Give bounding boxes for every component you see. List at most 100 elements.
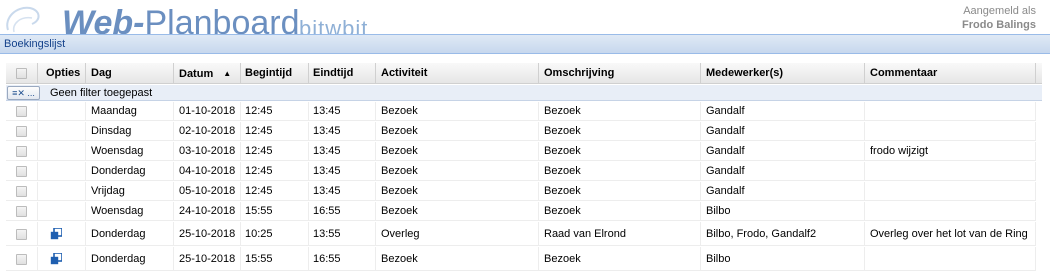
filter-status: Geen filter toegepast [50, 87, 153, 99]
row-select[interactable] [6, 182, 38, 200]
cell-datum: 01-10-2018 [174, 102, 241, 120]
row-checkbox[interactable] [16, 186, 27, 197]
select-all-checkbox[interactable] [16, 68, 27, 79]
column-datum[interactable]: Datum ▲ [174, 63, 241, 84]
row-select[interactable] [6, 202, 38, 220]
cell-activiteit: Bezoek [376, 247, 539, 270]
cell-eindtijd: 13:45 [309, 142, 376, 160]
cell-commentaar [865, 202, 1036, 220]
row-opties [38, 122, 86, 140]
table-row[interactable]: Donderdag 25-10-2018 10:25 13:55 Overleg Raad… [6, 222, 1036, 246]
cell-activiteit: Bezoek [376, 162, 539, 180]
cell-omschrijving: Raad van Elrond [539, 222, 701, 245]
cell-dag: Donderdag [86, 222, 174, 245]
cell-omschrijving: Bezoek [539, 247, 701, 270]
table-row[interactable]: Donderdag 25-10-2018 15:55 16:55 Bezoek Bezoe… [6, 247, 1036, 271]
column-activiteit[interactable]: Activiteit [376, 63, 539, 84]
cell-eindtijd: 13:45 [309, 102, 376, 120]
cell-medewerkers: Bilbo, Frodo, Gandalf2 [701, 222, 865, 245]
row-checkbox[interactable] [16, 254, 27, 265]
select-all-column[interactable] [6, 63, 38, 84]
cell-eindtijd: 16:55 [309, 202, 376, 220]
cell-dag: Donderdag [86, 247, 174, 270]
cell-activiteit: Bezoek [376, 142, 539, 160]
cell-medewerkers: Gandalf [701, 182, 865, 200]
cell-medewerkers: Bilbo [701, 247, 865, 270]
cell-commentaar: frodo wijzigt [865, 142, 1036, 160]
cell-dag: Maandag [86, 102, 174, 120]
copy-icon[interactable] [50, 253, 62, 265]
row-opties [38, 102, 86, 120]
cell-omschrijving: Bezoek [539, 202, 701, 220]
cell-dag: Donderdag [86, 162, 174, 180]
row-opties [38, 247, 86, 270]
cell-eindtijd: 13:45 [309, 182, 376, 200]
table-row[interactable]: Vrijdag 05-10-2018 12:45 13:45 Bezoek Bezoek G… [6, 182, 1036, 201]
cell-omschrijving: Bezoek [539, 142, 701, 160]
row-checkbox[interactable] [16, 166, 27, 177]
row-opties [38, 202, 86, 220]
table-row[interactable]: Woensdag 03-10-2018 12:45 13:45 Bezoek Bezoek… [6, 142, 1036, 161]
cell-omschrijving: Bezoek [539, 102, 701, 120]
cell-begintijd: 12:45 [241, 162, 309, 180]
row-select[interactable] [6, 122, 38, 140]
cell-medewerkers: Bilbo [701, 202, 865, 220]
logo-text-rest: Planboard [144, 4, 300, 34]
cell-begintijd: 12:45 [241, 102, 309, 120]
panel-title: Boekingslijst [0, 34, 1050, 54]
row-checkbox[interactable] [16, 146, 27, 157]
table-row[interactable]: Woensdag 24-10-2018 15:55 16:55 Bezoek Bezoek… [6, 202, 1036, 221]
column-begintijd[interactable]: Begintijd [241, 63, 309, 84]
column-omschrijving[interactable]: Omschrijving [539, 63, 701, 84]
cell-commentaar [865, 162, 1036, 180]
cell-datum: 25-10-2018 [174, 222, 241, 245]
user-name[interactable]: Frodo Balings [962, 18, 1036, 32]
row-checkbox[interactable] [16, 206, 27, 217]
cell-datum: 04-10-2018 [174, 162, 241, 180]
row-select[interactable] [6, 102, 38, 120]
row-select[interactable] [6, 142, 38, 160]
table-row[interactable]: Dinsdag 02-10-2018 12:45 13:45 Bezoek Bezoek G… [6, 122, 1036, 141]
cell-eindtijd: 13:55 [309, 222, 376, 245]
row-checkbox[interactable] [16, 229, 27, 240]
row-checkbox[interactable] [16, 106, 27, 117]
row-opties [38, 182, 86, 200]
filter-button[interactable]: ≡✕ ... [7, 86, 40, 100]
column-medewerkers[interactable]: Medewerker(s) [701, 63, 865, 84]
app-logo: Web-Planboard [62, 6, 300, 34]
cell-eindtijd: 13:45 [309, 162, 376, 180]
cell-activiteit: Bezoek [376, 202, 539, 220]
cell-datum: 02-10-2018 [174, 122, 241, 140]
column-dag[interactable]: Dag [86, 63, 174, 84]
cell-begintijd: 12:45 [241, 122, 309, 140]
row-checkbox[interactable] [16, 126, 27, 137]
cell-eindtijd: 16:55 [309, 247, 376, 270]
cell-activiteit: Overleg [376, 222, 539, 245]
column-eindtijd[interactable]: Eindtijd [309, 63, 376, 84]
row-select[interactable] [6, 247, 38, 270]
cell-begintijd: 12:45 [241, 142, 309, 160]
cell-medewerkers: Gandalf [701, 142, 865, 160]
table-row[interactable]: Maandag 01-10-2018 12:45 13:45 Bezoek Bezoek G… [6, 102, 1036, 121]
copy-icon[interactable] [50, 228, 62, 240]
cell-activiteit: Bezoek [376, 102, 539, 120]
row-select[interactable] [6, 162, 38, 180]
column-opties[interactable]: Opties [38, 63, 86, 84]
cell-commentaar [865, 182, 1036, 200]
logo-text-main: Web- [62, 4, 145, 34]
logged-in-info: Aangemeld als Frodo Balings [962, 4, 1036, 32]
cell-datum: 24-10-2018 [174, 202, 241, 220]
cell-medewerkers: Gandalf [701, 122, 865, 140]
cell-commentaar [865, 102, 1036, 120]
cell-omschrijving: Bezoek [539, 122, 701, 140]
cell-dag: Vrijdag [86, 182, 174, 200]
cell-dag: Dinsdag [86, 122, 174, 140]
table-row[interactable]: Donderdag 04-10-2018 12:45 13:45 Bezoek Bezoe… [6, 162, 1036, 181]
row-opties [38, 222, 86, 245]
cell-omschrijving: Bezoek [539, 182, 701, 200]
cell-datum: 25-10-2018 [174, 247, 241, 270]
cell-begintijd: 10:25 [241, 222, 309, 245]
logo-swirl-icon [6, 6, 40, 33]
row-select[interactable] [6, 222, 38, 245]
column-commentaar[interactable]: Commentaar [865, 63, 1036, 84]
